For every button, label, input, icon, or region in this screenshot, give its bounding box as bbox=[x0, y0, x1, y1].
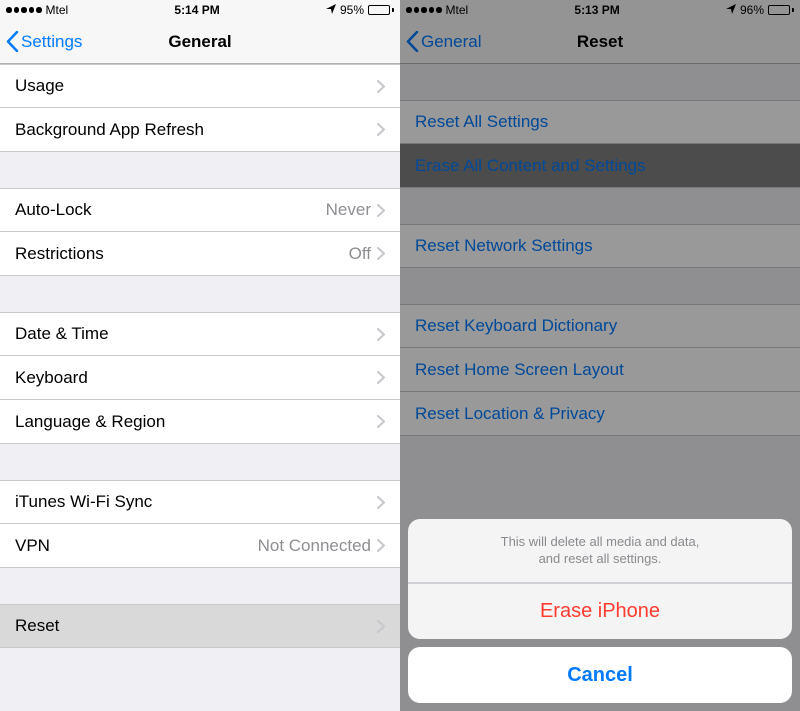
signal-dots-icon bbox=[6, 7, 42, 13]
cell-language-region[interactable]: Language & Region bbox=[0, 400, 400, 444]
battery-percent: 95% bbox=[340, 3, 364, 17]
cell-label: Restrictions bbox=[15, 244, 349, 264]
carrier-label: Mtel bbox=[46, 3, 69, 17]
cell-itunes-wifi-sync[interactable]: iTunes Wi-Fi Sync bbox=[0, 480, 400, 524]
chevron-right-icon bbox=[377, 496, 385, 509]
cell-detail: Never bbox=[326, 200, 371, 220]
cell-label: Usage bbox=[15, 76, 377, 96]
cell-date-time[interactable]: Date & Time bbox=[0, 312, 400, 356]
chevron-right-icon bbox=[377, 620, 385, 633]
chevron-right-icon bbox=[377, 204, 385, 217]
nav-bar: Settings General bbox=[0, 20, 400, 64]
cell-label: Date & Time bbox=[15, 324, 377, 344]
cell-label: VPN bbox=[15, 536, 258, 556]
chevron-left-icon bbox=[6, 31, 19, 52]
back-label: Settings bbox=[21, 32, 82, 52]
chevron-right-icon bbox=[377, 80, 385, 93]
screenshot-reset-actionsheet: Mtel 5:13 PM 96% General bbox=[400, 0, 800, 711]
action-sheet: This will delete all media and data, and… bbox=[408, 519, 792, 703]
location-icon bbox=[326, 3, 336, 17]
cell-auto-lock[interactable]: Auto-Lock Never bbox=[0, 188, 400, 232]
erase-iphone-button[interactable]: Erase iPhone bbox=[408, 583, 792, 639]
back-button[interactable]: Settings bbox=[0, 31, 82, 52]
button-label: Erase iPhone bbox=[540, 600, 660, 623]
cell-label: Reset bbox=[15, 616, 377, 636]
cell-detail: Off bbox=[349, 244, 371, 264]
cell-keyboard[interactable]: Keyboard bbox=[0, 356, 400, 400]
cell-label: Auto-Lock bbox=[15, 200, 326, 220]
chevron-right-icon bbox=[377, 247, 385, 260]
battery-icon bbox=[368, 5, 394, 15]
cell-label: Background App Refresh bbox=[15, 120, 377, 140]
screenshot-general-settings: Mtel 5:14 PM 95% Settings General bbox=[0, 0, 400, 711]
cell-label: iTunes Wi-Fi Sync bbox=[15, 492, 377, 512]
cell-restrictions[interactable]: Restrictions Off bbox=[0, 232, 400, 276]
sheet-message: This will delete all media and data, and… bbox=[408, 519, 792, 583]
chevron-right-icon bbox=[377, 371, 385, 384]
button-label: Cancel bbox=[567, 664, 633, 687]
cell-usage[interactable]: Usage bbox=[0, 64, 400, 108]
settings-table[interactable]: Usage Background App Refresh Auto-Lock N… bbox=[0, 64, 400, 711]
cancel-button[interactable]: Cancel bbox=[408, 647, 792, 703]
cell-vpn[interactable]: VPN Not Connected bbox=[0, 524, 400, 568]
chevron-right-icon bbox=[377, 328, 385, 341]
cell-detail: Not Connected bbox=[258, 536, 371, 556]
cell-reset[interactable]: Reset bbox=[0, 604, 400, 648]
status-time: 5:14 PM bbox=[174, 3, 219, 17]
cell-background-app-refresh[interactable]: Background App Refresh bbox=[0, 108, 400, 152]
chevron-right-icon bbox=[377, 415, 385, 428]
cell-label: Language & Region bbox=[15, 412, 377, 432]
chevron-right-icon bbox=[377, 539, 385, 552]
status-bar: Mtel 5:14 PM 95% bbox=[0, 0, 400, 20]
cell-label: Keyboard bbox=[15, 368, 377, 388]
chevron-right-icon bbox=[377, 123, 385, 136]
